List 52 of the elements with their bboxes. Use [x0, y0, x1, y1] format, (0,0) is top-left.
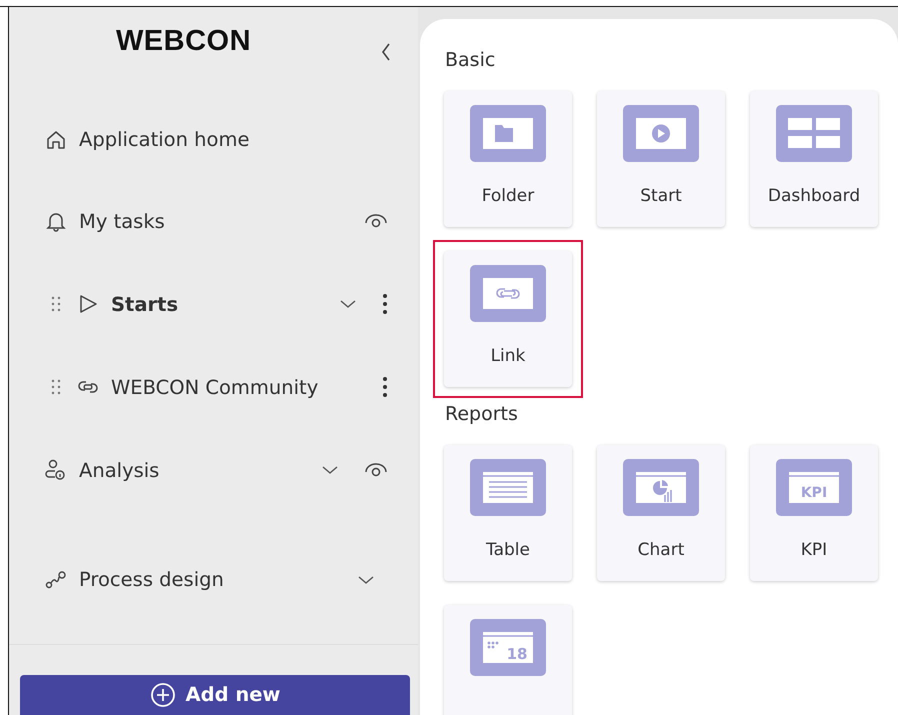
start-tile-icon — [623, 105, 699, 162]
nav-item[interactable]: Application home — [9, 100, 418, 180]
tile[interactable]: Table — [444, 445, 572, 581]
drag-handle-icon[interactable] — [51, 379, 61, 396]
eye-icon[interactable] — [364, 462, 388, 478]
logo: WEBCON — [116, 24, 252, 58]
chevron-down-icon[interactable] — [358, 574, 374, 585]
nav-item[interactable]: WEBCON Community — [9, 346, 418, 429]
nav-label: My tasks — [79, 210, 165, 233]
tile-label: KPI — [800, 540, 828, 560]
nav-label: Starts — [111, 292, 178, 316]
chart-tile-icon — [623, 459, 699, 516]
more-icon[interactable] — [382, 293, 388, 316]
tile[interactable]: Folder — [444, 91, 572, 227]
tile[interactable]: Dashboard — [750, 91, 878, 227]
nav-label: Application home — [79, 128, 250, 152]
dashboard-tile-icon — [776, 105, 852, 162]
drag-handle-icon[interactable] — [51, 296, 61, 312]
kpi-tile-icon: KPI — [776, 459, 852, 516]
tile[interactable]: Chart — [597, 445, 725, 581]
more-icon[interactable] — [382, 376, 388, 398]
eye-icon[interactable] — [364, 213, 388, 230]
tile[interactable]: Start — [597, 91, 725, 227]
calendar-tile-icon: 18 — [470, 619, 546, 676]
tile-label: Table — [486, 540, 530, 560]
nav-label: WEBCON Community — [111, 376, 318, 399]
tile-label: Start — [640, 186, 682, 206]
person-info-icon — [45, 459, 67, 482]
nav-label: Process design — [79, 568, 224, 592]
nav-item[interactable]: Process design — [9, 530, 418, 630]
section-title: Reports — [445, 403, 519, 425]
tile-label: Link — [490, 346, 526, 366]
tile-label: Chart — [638, 540, 684, 560]
tile-label: Dashboard — [768, 186, 860, 206]
nav-item[interactable]: Analysis — [9, 428, 418, 512]
chevron-down-icon[interactable] — [340, 299, 356, 310]
tile-label: Folder — [482, 186, 534, 206]
nav-item[interactable]: My tasks — [9, 180, 418, 263]
nav-label: Analysis — [79, 458, 160, 482]
nav-item[interactable]: Starts — [9, 262, 418, 346]
folder-tile-icon — [470, 105, 546, 162]
collapse-chevron-icon[interactable] — [381, 43, 391, 61]
section-title: Basic — [445, 49, 496, 71]
flow-icon — [45, 568, 67, 591]
table-tile-icon — [470, 459, 546, 516]
tile[interactable]: Link — [444, 251, 572, 387]
plus-circle-icon — [150, 682, 176, 708]
link-tile-icon — [470, 265, 546, 322]
tile[interactable]: KPI KPI — [750, 445, 878, 581]
chevron-down-icon[interactable] — [322, 465, 338, 476]
add-new-button[interactable]: Add new — [20, 674, 410, 715]
home-icon — [45, 128, 67, 151]
